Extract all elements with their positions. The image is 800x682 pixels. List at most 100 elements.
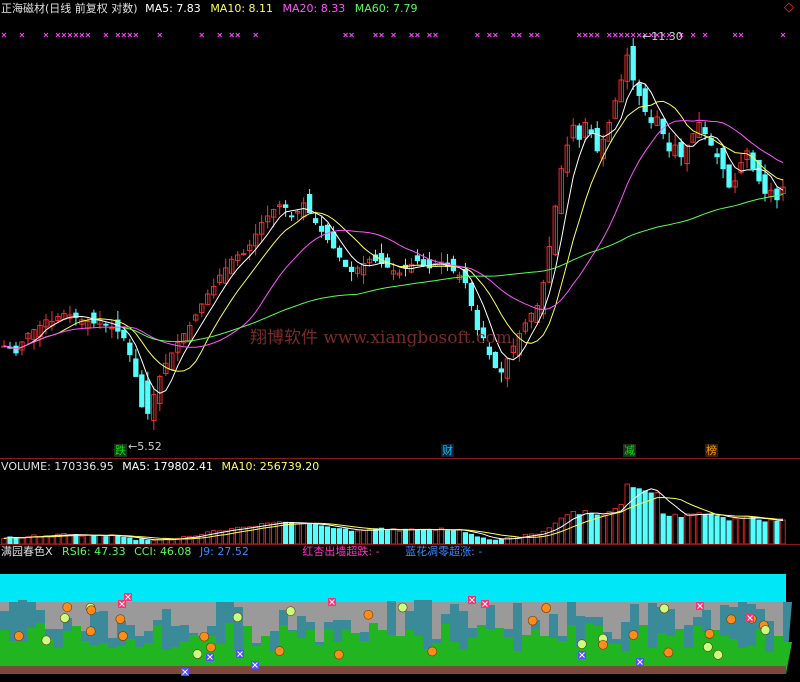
orange-fruit	[86, 605, 97, 615]
candle	[49, 311, 55, 331]
volume-bar	[408, 528, 415, 545]
red-signal-value: -	[375, 545, 380, 558]
candle	[330, 226, 337, 249]
orange-fruit	[14, 631, 24, 641]
volume-bar	[744, 515, 750, 545]
candle	[241, 249, 247, 256]
signal-x-marker	[576, 32, 582, 38]
volume-bar	[588, 513, 594, 545]
signal-x-marker	[55, 32, 61, 38]
volume-bar	[360, 530, 367, 545]
candle-body	[642, 88, 648, 112]
candle	[528, 311, 534, 329]
signal-x-marker	[79, 32, 85, 38]
green-fruit	[232, 612, 243, 623]
orange-fruit	[62, 602, 73, 613]
candle	[720, 145, 726, 179]
candle	[564, 136, 570, 178]
volume-bar	[678, 517, 684, 545]
signal-x-marker	[253, 32, 259, 38]
volume-bar	[582, 510, 588, 545]
volume-bar	[37, 536, 43, 545]
candle	[600, 134, 606, 167]
candle	[576, 123, 582, 148]
volume-bar	[780, 519, 786, 545]
signal-x-marker	[624, 32, 630, 38]
signal-x-marker	[487, 32, 492, 38]
signal-x-marker	[528, 32, 534, 38]
volume-bar	[696, 512, 702, 545]
low-price-value: 5.52	[137, 440, 162, 453]
candle	[558, 165, 564, 215]
volume-bar	[378, 527, 385, 545]
volume-bar	[702, 513, 708, 545]
orange-fruit	[334, 649, 344, 660]
candle	[384, 253, 391, 269]
candle-body	[145, 380, 151, 414]
signal-x-marker	[115, 32, 121, 38]
candle-body	[288, 215, 295, 218]
volume-bar	[79, 535, 85, 545]
orange-fruit	[274, 646, 285, 656]
signal-x-marker	[427, 32, 432, 38]
orange-fruit	[704, 629, 715, 639]
candle	[684, 144, 690, 172]
candle-body	[127, 342, 133, 356]
signal-x-marker	[199, 32, 205, 38]
j-label: J9:	[199, 545, 214, 558]
candle	[151, 386, 157, 431]
candle-body	[468, 282, 475, 307]
candle	[744, 147, 750, 168]
signal-x-marker	[103, 32, 109, 38]
volume-chart	[1, 483, 786, 545]
signal-x-marker	[157, 32, 163, 38]
volume-bar	[750, 516, 756, 545]
green-fruit	[577, 639, 587, 649]
green-fruit	[60, 613, 70, 623]
candle	[175, 334, 181, 362]
volume-bar	[762, 521, 768, 545]
candle-body	[103, 323, 109, 326]
volume-bar	[600, 514, 606, 545]
candle-body	[133, 358, 139, 377]
volume-bar	[301, 523, 307, 545]
candle	[402, 258, 409, 277]
orange-fruit	[541, 603, 551, 613]
blue-signal-label: 蓝花凋零超涨:	[405, 545, 475, 558]
signal-x-marker	[19, 32, 25, 38]
volume-bar	[396, 530, 403, 545]
candle-body	[414, 255, 421, 262]
candle-body	[492, 351, 499, 369]
candle	[642, 84, 648, 116]
signal-x-marker	[43, 32, 49, 38]
signal-x-marker	[690, 32, 696, 38]
candle	[540, 279, 546, 320]
volume-bar	[660, 513, 666, 545]
volume-bar	[426, 529, 433, 545]
signal-x-marker	[217, 32, 223, 38]
orange-fruit	[427, 646, 438, 657]
orange-fruit	[363, 609, 374, 620]
candle-body	[702, 127, 708, 135]
soil-strip	[0, 666, 786, 674]
volume-bar	[438, 527, 445, 545]
volume-bar	[654, 492, 660, 545]
signal-x-marker	[433, 32, 438, 38]
volume-bar	[366, 529, 373, 545]
volume-bar	[474, 536, 480, 545]
candle	[732, 172, 738, 194]
volume-ma10-line	[3, 496, 784, 540]
volume-bar	[636, 488, 642, 545]
volume-bar	[318, 525, 325, 545]
candle	[492, 351, 499, 369]
candle	[444, 253, 451, 272]
signal-x-marker	[67, 32, 73, 38]
signal-x-marker	[630, 32, 636, 38]
volume-ma5-line	[3, 488, 784, 541]
volume-bar	[97, 534, 103, 545]
candle	[750, 150, 756, 172]
candle	[79, 317, 85, 330]
signal-x-marker	[349, 32, 354, 38]
signal-x-marker	[373, 32, 378, 38]
volume-bar	[211, 530, 217, 545]
